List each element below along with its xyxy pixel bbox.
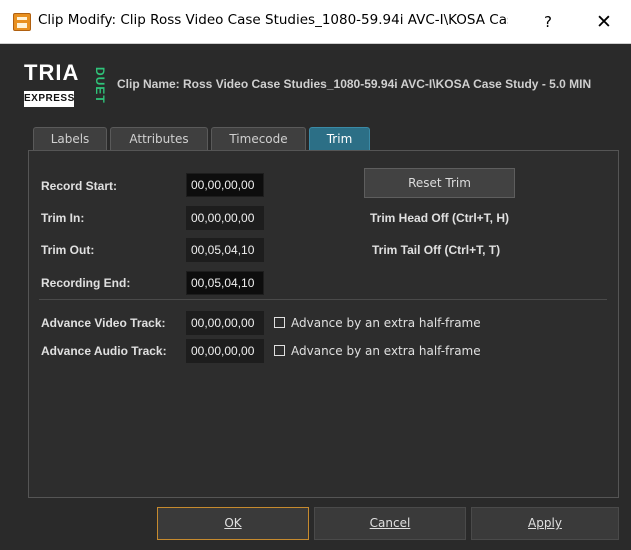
- trim-head-off-text[interactable]: Trim Head Off (Ctrl+T, H): [370, 211, 509, 225]
- apply-button[interactable]: Apply: [471, 507, 619, 540]
- advance-audio-half-frame-label[interactable]: Advance by an extra half-frame: [291, 344, 481, 358]
- logo-main-text: TRIA: [24, 60, 80, 85]
- advance-video-field[interactable]: 00,00,00,00: [186, 311, 264, 335]
- reset-trim-button[interactable]: Reset Trim: [364, 168, 515, 198]
- advance-audio-field[interactable]: 00,00,00,00: [186, 339, 264, 363]
- trim-panel: Record Start: 00,00,00,00 Trim In: 00,00…: [28, 150, 619, 498]
- trim-in-field[interactable]: 00,00,00,00: [186, 206, 264, 230]
- advance-video-half-frame-checkbox[interactable]: [274, 317, 285, 328]
- ok-button[interactable]: OK: [157, 507, 309, 540]
- tria-express-logo: TRIA EXPRESS: [10, 57, 90, 115]
- advance-video-half-frame-label[interactable]: Advance by an extra half-frame: [291, 316, 481, 330]
- tab-timecode[interactable]: Timecode: [211, 127, 306, 151]
- section-divider: [39, 299, 607, 300]
- trim-tail-off-text[interactable]: Trim Tail Off (Ctrl+T, T): [372, 243, 500, 257]
- help-button[interactable]: ?: [530, 4, 566, 40]
- tab-trim[interactable]: Trim: [309, 127, 370, 151]
- cancel-button-label: Cancel: [369, 516, 411, 530]
- title-bar[interactable]: Clip Modify: Clip Ross Video Case Studie…: [0, 0, 631, 44]
- advance-audio-label: Advance Audio Track:: [41, 344, 167, 358]
- close-button[interactable]: ✕: [586, 4, 622, 40]
- record-start-field[interactable]: 00,00,00,00: [186, 173, 264, 197]
- trim-out-label: Trim Out:: [41, 243, 95, 257]
- recording-end-label: Recording End:: [41, 276, 131, 290]
- advance-audio-half-frame-checkbox[interactable]: [274, 345, 285, 356]
- app-icon: [13, 13, 31, 31]
- apply-button-label: Apply: [528, 516, 562, 530]
- trim-in-label: Trim In:: [41, 211, 85, 225]
- trim-out-field[interactable]: 00,05,04,10: [186, 238, 264, 262]
- logo-duet-text: DUET: [93, 66, 107, 104]
- tab-attributes[interactable]: Attributes: [110, 127, 208, 151]
- ok-button-label: OK: [224, 516, 242, 530]
- tab-labels[interactable]: Labels: [33, 127, 107, 151]
- cancel-button[interactable]: Cancel: [314, 507, 466, 540]
- window-title: Clip Modify: Clip Ross Video Case Studie…: [38, 12, 508, 28]
- recording-end-field[interactable]: 00,05,04,10: [186, 271, 264, 295]
- advance-video-label: Advance Video Track:: [41, 316, 166, 330]
- record-start-label: Record Start:: [41, 179, 118, 193]
- logo-sub-text: EXPRESS: [24, 91, 74, 107]
- clip-name-label: Clip Name: Ross Video Case Studies_1080-…: [117, 77, 592, 91]
